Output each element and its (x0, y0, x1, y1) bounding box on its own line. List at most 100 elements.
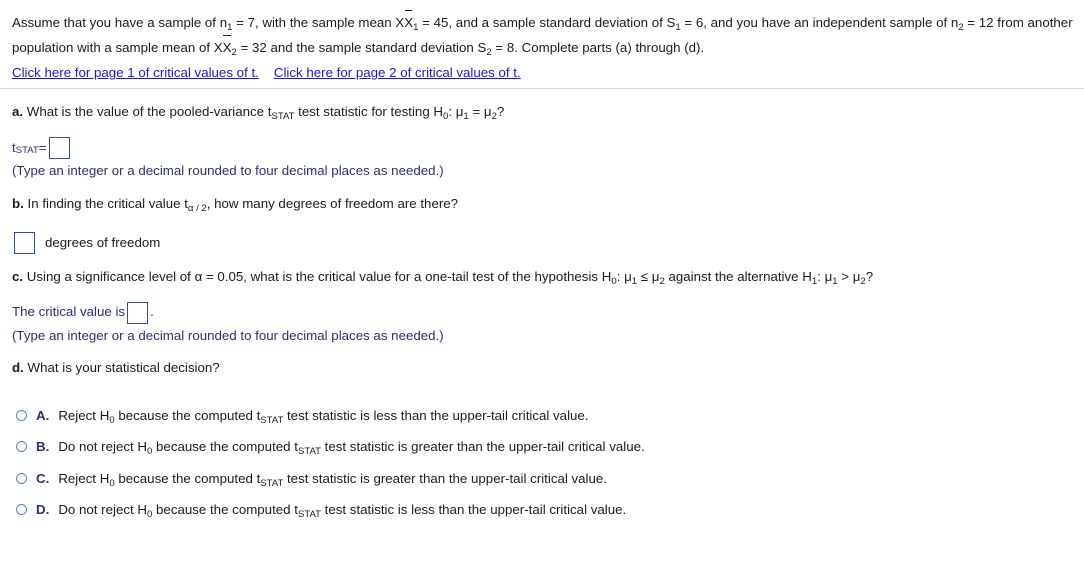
critical-value-input[interactable] (127, 301, 149, 324)
option-d-tstat-subscript: STAT (297, 509, 321, 521)
stem-text-1d: = 6, and you have an independent sample … (680, 15, 959, 30)
link-critical-values-page-2[interactable]: Click here for page 2 of critical values… (274, 65, 521, 80)
x1-bar-overline: X (404, 10, 413, 36)
mu1-subscript: 1 (463, 111, 469, 123)
option-a-text-b: because the computed t (114, 408, 261, 424)
radio-icon-a[interactable] (16, 410, 27, 422)
exercise-page: Assume that you have a sample of n1 = 7,… (0, 0, 1084, 568)
s1-subscript: 1 (675, 22, 681, 34)
option-b[interactable]: B. Do not reject H0 because the computed… (12, 437, 1072, 457)
option-b-text: Do not reject H0 because the computed tS… (58, 437, 644, 456)
hint-c: (Type an integer or a decimal rounded to… (12, 327, 444, 343)
option-a-text: Reject H0 because the computed tSTAT tes… (58, 406, 588, 425)
answer-row-a: t STAT = (12, 137, 1072, 160)
option-d-letter: D. (36, 501, 50, 517)
critical-value-label: The critical value is (12, 304, 126, 320)
question-c-text-d: against the alternative H (664, 268, 812, 284)
x2-bar-overline: X (223, 34, 232, 61)
question-b-text-b: , how many degrees of freedom are there? (206, 195, 459, 211)
option-c-tstat-subscript: STAT (260, 477, 284, 489)
question-b-label: b. (12, 195, 24, 211)
c-mu1b-subscript: 1 (832, 275, 838, 287)
questions-area: a. What is the value of the pooled-varia… (0, 102, 1084, 519)
radio-icon-d[interactable] (16, 503, 27, 515)
option-c-letter: C. (36, 470, 50, 486)
option-a[interactable]: A. Reject H0 because the computed tSTAT … (12, 406, 1072, 426)
option-d-text-b: because the computed t (152, 501, 298, 517)
option-c-text-c: test statistic is greater than the upper… (283, 470, 607, 486)
c-mu2b-subscript: 2 (860, 275, 866, 287)
degrees-of-freedom-label: degrees of freedom (45, 235, 161, 251)
question-c-text-g: ? (865, 268, 874, 284)
c-mu2-subscript: 2 (659, 275, 665, 287)
question-c: c. Using a significance level of α = 0.0… (12, 267, 1072, 287)
option-d-text: Do not reject H0 because the computed tS… (58, 500, 626, 519)
option-b-text-a: Do not reject H (58, 439, 147, 455)
section-divider (0, 88, 1084, 90)
t-alpha-half-subscript: α / 2 (187, 202, 207, 214)
c-h1-subscript: 1 (811, 275, 818, 287)
question-d: d. What is your statistical decision? (12, 358, 1072, 378)
s2-subscript: 2 (486, 46, 492, 58)
option-b-text-c: test statistic is greater than the upper… (320, 439, 645, 455)
tstat-subscript: STAT (271, 111, 295, 123)
critical-value-period: . (150, 304, 154, 320)
option-d-text-a: Do not reject H (58, 501, 147, 517)
stem-text-1c: = 45, and a sample standard deviation of… (418, 15, 676, 30)
question-c-label: c. (12, 268, 24, 284)
stem-text-1b: = 7, with the sample mean X (232, 15, 405, 30)
mu2-subscript: 2 (491, 111, 497, 123)
stem-text-1e: = 12 from another (963, 15, 1073, 30)
option-c-text-b: because the computed t (114, 470, 261, 486)
tstat-input[interactable] (48, 137, 70, 160)
question-c-text-e: : μ (817, 268, 833, 284)
option-b-h0-subscript: 0 (147, 446, 153, 458)
question-c-text-c: ≤ μ (637, 268, 660, 284)
radio-icon-c[interactable] (16, 472, 27, 484)
option-b-letter: B. (36, 439, 50, 455)
link-critical-values-page-1[interactable]: Click here for page 1 of critical values… (12, 65, 259, 80)
stem-text-1a: Assume that you have a sample of n (12, 15, 228, 30)
option-a-tstat-subscript: STAT (260, 415, 284, 427)
hint-a: (Type an integer or a decimal rounded to… (12, 163, 444, 179)
answer-row-b: degrees of freedom (12, 231, 1072, 254)
stem-text-2c: = 8. Complete parts (a) through (d). (491, 39, 705, 55)
option-c-h0-subscript: 0 (109, 477, 115, 489)
question-d-label: d. (12, 360, 24, 376)
n2-subscript: 2 (958, 22, 964, 34)
tstat-answer-equals: = (38, 139, 47, 155)
n1-subscript: 1 (227, 22, 233, 34)
decision-options: A. Reject H0 because the computed tSTAT … (12, 406, 1072, 519)
question-a-text-a: What is the value of the pooled-variance… (26, 104, 272, 120)
question-a: a. What is the value of the pooled-varia… (12, 102, 1072, 122)
question-a-label: a. (12, 104, 24, 120)
option-d[interactable]: D. Do not reject H0 because the computed… (12, 500, 1072, 519)
question-c-text-b: : μ (616, 268, 632, 284)
answer-row-c: The critical value is. (12, 301, 1072, 324)
option-a-h0-subscript: 0 (109, 415, 115, 427)
h0-subscript: 0 (443, 111, 449, 123)
question-b-text-a: In finding the critical value t (27, 195, 188, 211)
option-b-tstat-subscript: STAT (297, 446, 321, 458)
radio-icon-b[interactable] (16, 441, 27, 453)
option-a-text-c: test statistic is less than the upper-ta… (283, 408, 589, 424)
question-c-text-a: Using a significance level of α = 0.05, … (26, 268, 612, 284)
question-a-text-b: test statistic for testing H (294, 104, 444, 120)
question-a-text-c: : μ (448, 104, 464, 120)
problem-statement: Assume that you have a sample of n1 = 7,… (0, 0, 1084, 60)
option-c-text: Reject H0 because the computed tSTAT tes… (58, 469, 607, 488)
c-mu1-subscript: 1 (631, 275, 638, 287)
stem-text-2a: population with a sample mean of X (12, 39, 223, 55)
option-a-text-a: Reject H (58, 408, 110, 424)
option-c[interactable]: C. Reject H0 because the computed tSTAT … (12, 469, 1072, 488)
c-h0-subscript: 0 (611, 275, 617, 287)
question-c-text-f: > μ (837, 268, 861, 284)
degrees-of-freedom-input[interactable] (14, 231, 35, 254)
question-d-text: What is your statistical decision? (27, 360, 220, 376)
option-b-text-b: because the computed t (152, 439, 298, 455)
critical-values-links: Click here for page 1 of critical values… (0, 60, 1084, 80)
problem-statement-line-2: population with a sample mean of XX2 = 3… (12, 34, 1072, 61)
question-b: b. In finding the critical value tα / 2,… (12, 194, 1072, 214)
option-d-h0-subscript: 0 (147, 509, 153, 521)
option-c-text-a: Reject H (58, 470, 110, 486)
